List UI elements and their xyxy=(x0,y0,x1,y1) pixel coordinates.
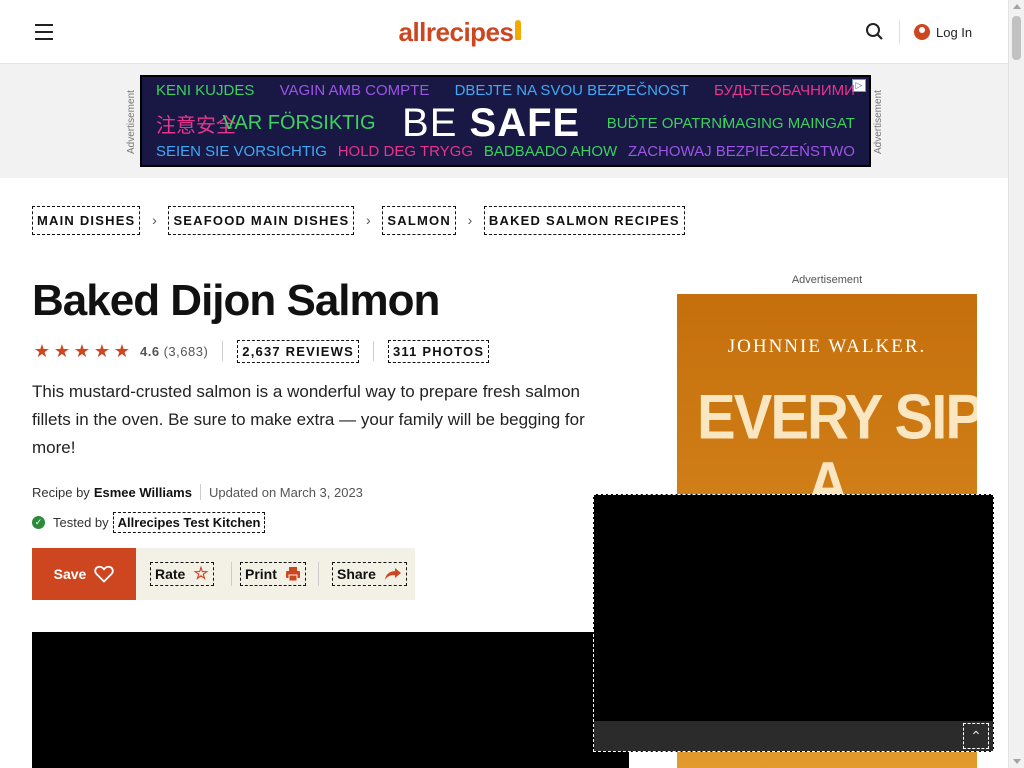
page-scrollbar[interactable] xyxy=(1008,0,1024,768)
star-icon[interactable]: ★ xyxy=(72,341,92,361)
ad-row-3: SEIEN SIE VORSICHTIG HOLD DEG TRYGG BADB… xyxy=(142,143,869,160)
print-label: Print xyxy=(245,566,277,582)
share-label: Share xyxy=(337,566,376,582)
scrollbar-thumb[interactable] xyxy=(1012,16,1021,60)
scroll-up-icon[interactable] xyxy=(1013,4,1021,9)
ad-text: KENI KUJDES xyxy=(156,82,255,99)
chevron-right-icon: › xyxy=(467,212,473,228)
play-icon[interactable] xyxy=(602,655,632,695)
printer-icon xyxy=(285,567,300,582)
divider xyxy=(231,562,232,586)
ad-headline: BE SAFE xyxy=(402,101,580,146)
recipe-by-label: Recipe by xyxy=(32,484,90,500)
logo-text: allrecipes xyxy=(398,16,514,47)
site-header: allrecipes Log In xyxy=(0,0,1008,64)
floating-video-player[interactable]: ⌃ xyxy=(593,494,994,752)
verified-check-icon: ✓ xyxy=(32,516,45,529)
divider xyxy=(222,341,224,361)
hamburger-menu-icon[interactable] xyxy=(30,18,58,46)
star-icon[interactable]: ★ xyxy=(32,341,52,361)
breadcrumb-seafood-main-dishes[interactable]: SEAFOOD MAIN DISHES xyxy=(168,205,355,235)
spoon-icon xyxy=(515,20,522,40)
star-icon[interactable]: ★ xyxy=(52,341,72,361)
ad-headline-b: SAFE xyxy=(469,101,581,145)
ad-row-2: 注意安全 VAR FÖRSIKTIG BE SAFE BUĎTE OPATRNÍ… xyxy=(142,101,869,146)
chevron-right-icon: › xyxy=(366,212,371,228)
chevron-right-icon: › xyxy=(152,212,157,228)
recipe-description: This mustard-crusted salmon is a wonderf… xyxy=(32,382,585,457)
rating-value[interactable]: 4.6 xyxy=(140,344,160,359)
divider xyxy=(372,341,374,361)
recipe-title: Baked Dijon Salmon xyxy=(32,276,440,325)
ad-headline-line-1: EVERY SIP xyxy=(697,382,977,453)
recipe-action-bar: Save Rate ☆ Print Share xyxy=(32,548,415,600)
rating-count: (3,683) xyxy=(163,343,209,359)
breadcrumb-baked-salmon-recipes[interactable]: BAKED SALMON RECIPES xyxy=(483,205,685,235)
search-icon xyxy=(866,23,883,40)
rating-row: ★ ★ ★ ★ ★ 4.6 (3,683) 2,637 REVIEWS 311 … xyxy=(32,338,490,364)
ad-text: VAR FÖRSIKTIG xyxy=(222,112,376,134)
save-label: Save xyxy=(53,566,87,582)
rate-button[interactable]: Rate ☆ xyxy=(150,562,214,586)
breadcrumb-salmon[interactable]: SALMON xyxy=(382,205,456,235)
allrecipes-logo[interactable]: allrecipes xyxy=(394,14,526,50)
test-kitchen-link[interactable]: Allrecipes Test Kitchen xyxy=(112,512,266,533)
video-player-bar: ⌃ xyxy=(594,721,993,751)
be-safe-ad-banner[interactable]: ▷ KENI KUJDES VAGIN AMB COMPTE DBEJTE NA… xyxy=(140,75,871,167)
video-controls xyxy=(594,655,993,695)
divider xyxy=(199,484,201,500)
login-label: Log In xyxy=(936,24,973,40)
heart-icon xyxy=(94,565,115,583)
page: allrecipes Log In Advertisement Advertis… xyxy=(0,0,1024,768)
ad-headline-a: BE xyxy=(402,101,458,145)
share-button[interactable]: Share xyxy=(332,562,407,586)
save-button[interactable]: Save xyxy=(32,548,136,600)
login-button[interactable]: Log In xyxy=(910,18,979,46)
header-divider xyxy=(899,20,900,44)
ad-text: VAGIN AMB COMPTE xyxy=(279,82,430,99)
ad-text: HOLD DEG TRYGG xyxy=(337,143,474,160)
divider xyxy=(318,562,319,586)
ad-text: MAGING MAINGAT xyxy=(722,115,855,132)
ad-text: ZACHOWAJ BEZPIECZEŃSTWO xyxy=(628,143,855,160)
ad-text: БУДЬТЕОБАЧНИМИ xyxy=(714,82,855,99)
ad-side-label-right: Advertisement xyxy=(873,90,884,154)
ad-text: BUĎTE OPATRNÍ xyxy=(606,115,727,132)
ad-brand: JOHNNIE WALKER. xyxy=(727,336,927,357)
half-star-icon[interactable]: ★ xyxy=(112,341,132,361)
star-icon[interactable]: ★ xyxy=(92,341,112,361)
ad-text: BADBAADO AHOW xyxy=(483,143,618,160)
breadcrumb-main-dishes[interactable]: MAIN DISHES xyxy=(32,205,141,235)
byline: Recipe by Esmee Williams Updated on Marc… xyxy=(32,484,363,500)
user-icon xyxy=(914,24,930,40)
star-outline-icon: ☆ xyxy=(193,564,209,583)
tested-by-label: Tested by xyxy=(53,515,109,530)
rate-label: Rate xyxy=(155,566,186,582)
ad-text: SEIEN SIE VORSICHTIG xyxy=(156,143,327,160)
updated-date: Updated on March 3, 2023 xyxy=(208,484,363,500)
author-link[interactable]: Esmee Williams xyxy=(94,485,192,500)
fullscreen-icon[interactable] xyxy=(690,655,720,695)
scroll-down-icon[interactable] xyxy=(1013,759,1021,764)
reviews-link[interactable]: 2,637 REVIEWS xyxy=(237,339,359,363)
breadcrumb: MAIN DISHES › SEAFOOD MAIN DISHES › SALM… xyxy=(32,204,685,236)
collapse-icon[interactable]: ⌃ xyxy=(963,723,989,749)
recipe-video[interactable] xyxy=(32,632,629,768)
ad-side-label-left: Advertisement xyxy=(126,90,137,154)
search-button[interactable] xyxy=(861,18,889,46)
print-button[interactable]: Print xyxy=(240,562,306,586)
volume-icon[interactable] xyxy=(646,655,676,695)
ad-row-1: KENI KUJDES VAGIN AMB COMPTE DBEJTE NA S… xyxy=(142,82,869,99)
tested-by: ✓ Tested by Allrecipes Test Kitchen xyxy=(32,512,266,533)
side-ad-label: Advertisement xyxy=(791,274,863,286)
photos-link[interactable]: 311 PHOTOS xyxy=(387,339,490,363)
share-arrow-icon xyxy=(384,568,401,580)
ad-text: DBEJTE NA SVOU BEZPEČNOST xyxy=(454,82,689,99)
